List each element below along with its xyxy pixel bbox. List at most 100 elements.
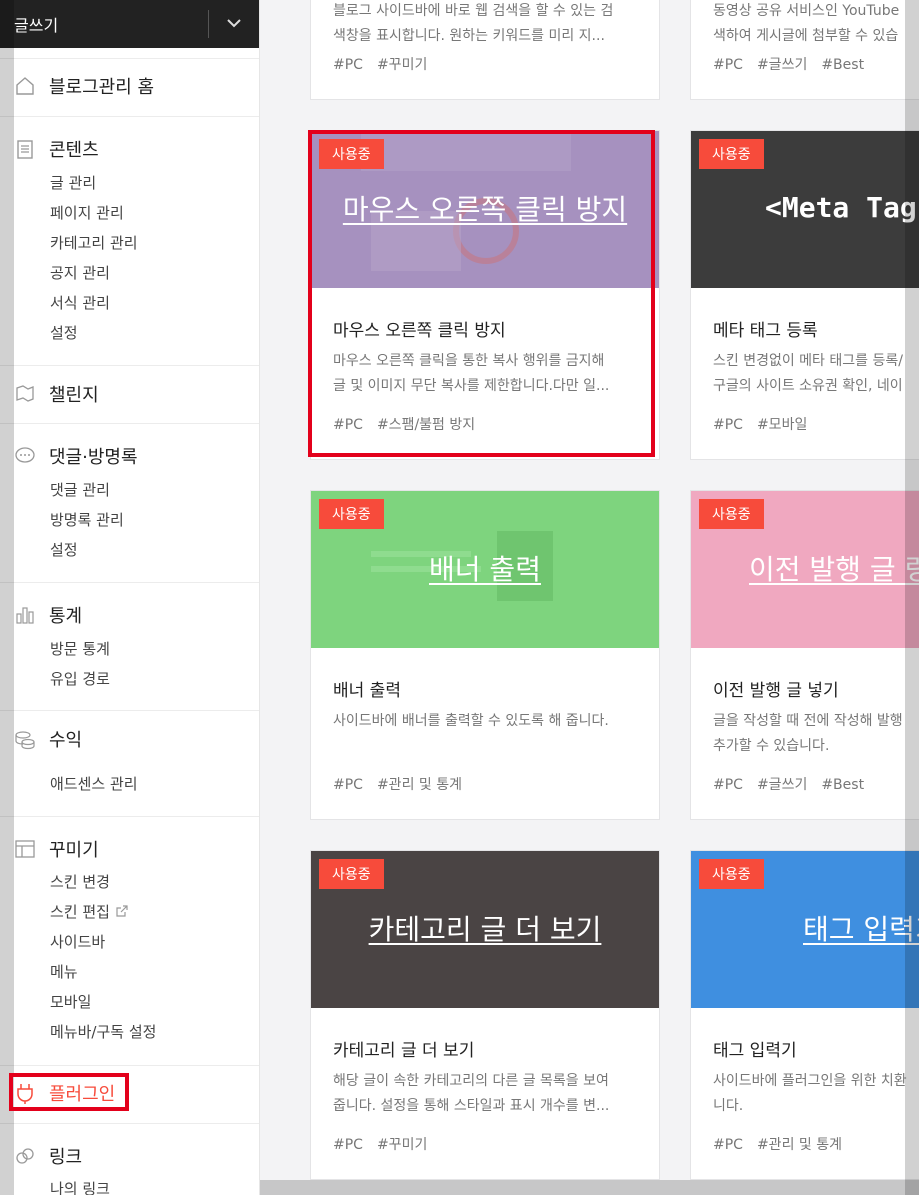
nav-comment-manage[interactable]: 댓글 관리: [50, 479, 110, 500]
nav-stats-label: 통계: [49, 606, 83, 627]
plugin-card-youtube[interactable]: 동영상 공유 서비스인 YouTube 색하여 게시글에 첨부할 수 있습 #PC…: [690, 0, 919, 100]
card-desc: 사이드바에 배너를 출력할 수 있도록 해 줍니다.: [333, 713, 609, 729]
flag-icon: [14, 383, 36, 405]
nav-revenue-label: 수익: [49, 730, 83, 751]
card-desc: 해당 글이 속한 카테고리의 다른 글 목록을 보여 줍니다. 설정을 통해 스타…: [333, 1073, 610, 1114]
nav-sidebar[interactable]: 사이드바: [50, 931, 105, 952]
nav-menu[interactable]: 메뉴: [50, 961, 78, 982]
nav-group-challenge: 챌린지: [0, 365, 259, 423]
nav-post-manage[interactable]: 글 관리: [50, 172, 96, 193]
nav-comments-settings[interactable]: 설정: [50, 539, 78, 560]
nav-stats[interactable]: 통계: [14, 602, 82, 628]
nav-challenge-label: 챌린지: [49, 385, 99, 406]
nav-group-revenue: 수익 애드센스 관리: [0, 710, 259, 816]
card-tags: #PC #꾸미기: [333, 57, 428, 73]
in-use-badge: 사용중: [699, 859, 764, 889]
card-desc: 글을 작성할 때 전에 작성해 발행 추가할 수 있습니다.: [713, 713, 903, 754]
speech-bubble-icon: [14, 445, 36, 467]
nav-group-link: 링크 나의 링크: [0, 1123, 259, 1195]
card-desc: 사이드바에 플러그인을 위한 치환 니다.: [713, 1073, 907, 1114]
plugin-card-meta-tag[interactable]: 사용중 <Meta Tag 메타 태그 등록 스킨 변경없이 메타 태그를 등록…: [690, 130, 919, 460]
card-tags: #PC #모바일: [713, 417, 808, 433]
card-tags: #PC #글쓰기 #Best: [713, 777, 865, 793]
bottom-scrollbar[interactable]: [260, 1180, 919, 1195]
write-divider: [208, 10, 209, 38]
nav-contents-settings[interactable]: 설정: [50, 322, 78, 343]
right-scrollbar[interactable]: [905, 0, 919, 1195]
thumbnail-title: <Meta Tag: [765, 191, 917, 224]
nav-group-home: 블로그관리 홈: [0, 58, 259, 116]
nav-notice-manage[interactable]: 공지 관리: [50, 262, 110, 283]
plugin-highlight-box: [9, 1073, 129, 1111]
plugin-card-search[interactable]: 블로그 사이드바에 바로 웹 검색을 할 수 있는 검 색창을 표시합니다. 원하…: [310, 0, 660, 100]
nav-skin-edit-label: 스킨 편집: [50, 903, 110, 921]
write-button[interactable]: 글쓰기: [0, 0, 259, 48]
chevron-down-icon[interactable]: [222, 11, 246, 35]
card-thumbnail: 사용중 <Meta Tag: [691, 131, 919, 288]
thumbnail-title: 태그 입력기: [803, 913, 919, 946]
in-use-badge: 사용중: [699, 139, 764, 169]
card-thumbnail: 사용중 카테고리 글 더 보기: [311, 851, 659, 1008]
plugin-card-category-more[interactable]: 사용중 카테고리 글 더 보기 카테고리 글 더 보기 해당 글이 속한 카테고…: [310, 850, 660, 1180]
plugin-card-banner[interactable]: 사용중 배너 출력 배너 출력 사이드바에 배너를 출력할 수 있도록 해 줍니…: [310, 490, 660, 820]
bar-chart-icon: [14, 604, 36, 626]
card-title: 메타 태그 등록: [713, 321, 818, 341]
left-overlay-strip: [0, 0, 14, 1195]
card-desc: 동영상 공유 서비스인 YouTube 색하여 게시글에 첨부할 수 있습: [713, 3, 900, 44]
nav-my-link[interactable]: 나의 링크: [50, 1178, 110, 1195]
nav-menubar-subscribe[interactable]: 메뉴바/구독 설정: [50, 1021, 156, 1042]
card-highlight-box: [308, 130, 655, 457]
thumbnail-title: 카테고리 글 더 보기: [368, 913, 602, 946]
plugin-card-tag-input[interactable]: 사용중 태그 입력기 태그 입력기 사이드바에 플러그인을 위한 치환니다. #…: [690, 850, 919, 1180]
nav-referrer[interactable]: 유입 경로: [50, 668, 110, 689]
card-thumbnail: 사용중 배너 출력: [311, 491, 659, 648]
in-use-badge: 사용중: [699, 499, 764, 529]
nav-comments[interactable]: 댓글·방명록: [14, 443, 138, 469]
card-thumbnail: 사용중 태그 입력기: [691, 851, 919, 1008]
in-use-badge: 사용중: [319, 499, 384, 529]
thumbnail-title: 배너 출력: [429, 553, 541, 586]
nav-page-manage[interactable]: 페이지 관리: [50, 202, 124, 223]
card-desc: 블로그 사이드바에 바로 웹 검색을 할 수 있는 검 색창을 표시합니다. 원하…: [333, 3, 614, 44]
nav-template-manage[interactable]: 서식 관리: [50, 292, 110, 313]
nav-group-comments: 댓글·방명록 댓글 관리 방명록 관리 설정: [0, 423, 259, 582]
nav-category-manage[interactable]: 카테고리 관리: [50, 232, 138, 253]
nav-challenge[interactable]: 챌린지: [14, 381, 99, 407]
nav-adsense-manage[interactable]: 애드센스 관리: [50, 773, 138, 794]
nav-mobile[interactable]: 모바일: [50, 991, 91, 1012]
admin-sidebar: 글쓰기 블로그관리 홈 콘텐츠 글 관리 페이지 관리 카테고리 관리 공지 관…: [0, 0, 260, 1195]
nav-skin-change[interactable]: 스킨 변경: [50, 871, 110, 892]
nav-contents-label: 콘텐츠: [49, 140, 99, 161]
card-title: 배너 출력: [333, 681, 401, 701]
card-tags: #PC #꾸미기: [333, 1137, 428, 1153]
nav-home[interactable]: 블로그관리 홈: [14, 73, 154, 99]
nav-link-label: 링크: [49, 1147, 83, 1168]
card-desc: 스킨 변경없이 메타 태그를 등록/구글의 사이트 소유권 확인, 네이: [713, 353, 903, 394]
card-tags: #PC #글쓰기 #Best: [713, 57, 865, 73]
card-tags: #PC #관리 및 통계: [713, 1137, 842, 1153]
thumbnail-title: 이전 발행 글 링크: [749, 553, 919, 586]
in-use-badge: 사용중: [319, 859, 384, 889]
write-label: 글쓰기: [14, 16, 59, 35]
plugin-card-prev-post[interactable]: 사용중 이전 발행 글 링크 이전 발행 글 넣기 글을 작성할 때 전에 작성…: [690, 490, 919, 820]
nav-group-decorate: 꾸미기 스킨 변경 스킨 편집 사이드바 메뉴 모바일 메뉴바/구독 설정: [0, 816, 259, 1065]
nav-decorate-label: 꾸미기: [49, 840, 99, 861]
link-icon: [14, 1145, 36, 1167]
nav-home-label: 블로그관리 홈: [49, 77, 155, 98]
nav-link[interactable]: 링크: [14, 1143, 82, 1169]
card-title: 카테고리 글 더 보기: [333, 1041, 475, 1061]
nav-guestbook-manage[interactable]: 방명록 관리: [50, 509, 124, 530]
nav-skin-edit[interactable]: 스킨 편집: [50, 901, 129, 922]
nav-revenue[interactable]: 수익: [14, 726, 82, 752]
layout-icon: [14, 838, 36, 860]
card-title: 이전 발행 글 넣기: [713, 681, 839, 701]
nav-comments-label: 댓글·방명록: [49, 447, 138, 468]
nav-visit-stats[interactable]: 방문 통계: [50, 638, 110, 659]
card-thumbnail: 사용중 이전 발행 글 링크: [691, 491, 919, 648]
nav-group-contents: 콘텐츠 글 관리 페이지 관리 카테고리 관리 공지 관리 서식 관리 설정: [0, 116, 259, 365]
home-icon: [14, 75, 36, 97]
card-tags: #PC #관리 및 통계: [333, 777, 462, 793]
nav-contents[interactable]: 콘텐츠: [14, 136, 99, 162]
coins-icon: [14, 728, 36, 750]
nav-decorate[interactable]: 꾸미기: [14, 836, 99, 862]
